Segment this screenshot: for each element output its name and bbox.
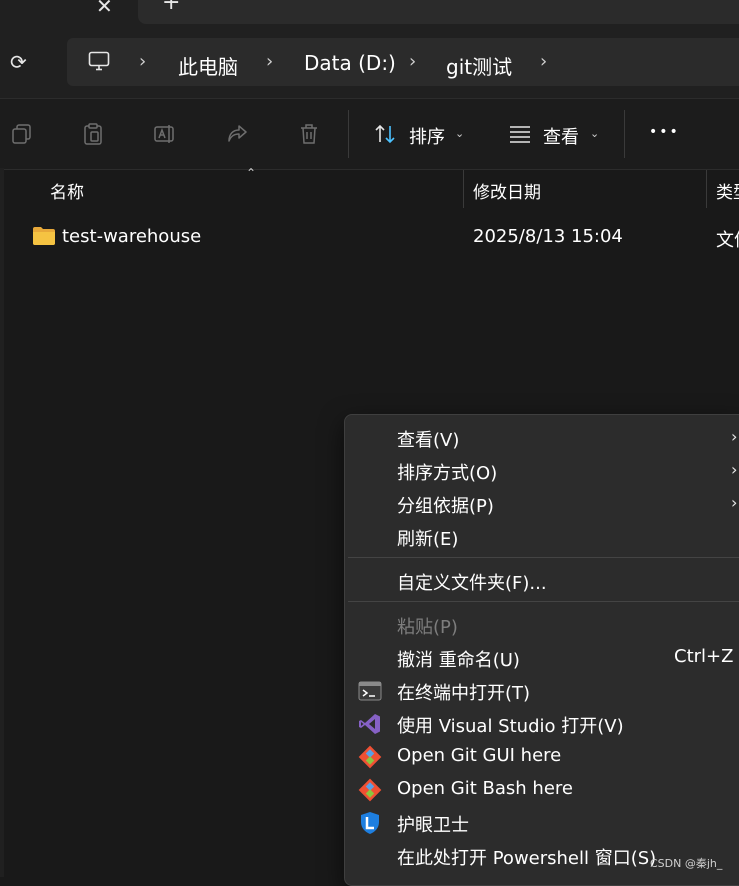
menu-item-open-visual-studio[interactable]: 使用 Visual Studio 打开(V): [397, 712, 624, 738]
view-button[interactable]: 查看: [543, 123, 579, 149]
view-caret-icon[interactable]: ⌄: [590, 127, 599, 140]
more-options-icon[interactable]: •••: [649, 124, 680, 140]
menu-item-view[interactable]: 查看(V): [397, 426, 459, 452]
file-modified-date: 2025/8/13 15:04: [473, 226, 623, 247]
menu-item-open-in-terminal[interactable]: 在终端中打开(T): [397, 679, 530, 705]
git-bash-icon: [358, 778, 382, 802]
copy-icon[interactable]: [10, 122, 34, 146]
this-pc-icon[interactable]: [87, 49, 111, 73]
breadcrumb-data-drive[interactable]: Data (D:): [304, 51, 396, 75]
visual-studio-icon: [359, 714, 380, 734]
breadcrumb-this-pc[interactable]: 此电脑: [178, 51, 238, 80]
menu-separator: [348, 601, 739, 602]
submenu-arrow-icon: ›: [731, 427, 738, 446]
menu-item-group-by[interactable]: 分组依据(P): [397, 492, 494, 518]
menu-item-undo-rename[interactable]: 撤消 重命名(U): [397, 646, 520, 672]
file-type: 文件夹: [716, 230, 739, 251]
breadcrumb-chevron-icon[interactable]: ›: [139, 51, 146, 72]
menu-item-open-git-gui[interactable]: Open Git GUI here: [397, 745, 561, 766]
share-icon[interactable]: [225, 122, 249, 146]
command-bar: [0, 98, 739, 170]
toolbar-separator: [348, 110, 349, 158]
menu-item-eye-guard[interactable]: 护眼卫士: [397, 811, 469, 837]
column-divider[interactable]: [706, 170, 707, 208]
new-tab-area[interactable]: +: [138, 0, 739, 24]
sort-caret-icon[interactable]: ⌄: [455, 127, 464, 140]
delete-icon[interactable]: [297, 122, 321, 146]
breadcrumb-chevron-icon[interactable]: ›: [409, 51, 416, 72]
menu-item-open-powershell[interactable]: 在此处打开 Powershell 窗口(S): [397, 844, 656, 870]
column-divider[interactable]: [463, 170, 464, 208]
eye-guard-shield-icon: [361, 812, 379, 834]
paste-icon[interactable]: [81, 122, 105, 146]
close-tab-icon[interactable]: ✕: [96, 0, 113, 18]
menu-item-customize-folder[interactable]: 自定义文件夹(F)...: [397, 569, 547, 595]
column-header-type[interactable]: 类型: [716, 178, 739, 203]
menu-item-open-git-bash[interactable]: Open Git Bash here: [397, 778, 573, 799]
menu-item-refresh[interactable]: 刷新(E): [397, 525, 458, 551]
sort-ascending-icon: ⌃: [246, 166, 257, 180]
breadcrumb-chevron-icon[interactable]: ›: [540, 51, 547, 72]
file-name[interactable]: test-warehouse: [62, 226, 201, 247]
undo-shortcut: Ctrl+Z: [674, 646, 734, 667]
new-tab-icon[interactable]: +: [162, 0, 180, 15]
left-pane-edge: [0, 168, 4, 877]
column-header-name[interactable]: 名称: [50, 178, 84, 203]
refresh-icon[interactable]: ⟳: [10, 50, 27, 74]
address-bar[interactable]: [67, 38, 739, 86]
menu-separator: [348, 557, 739, 558]
breadcrumb-chevron-icon[interactable]: ›: [266, 51, 273, 72]
menu-item-sort-by[interactable]: 排序方式(O): [397, 459, 497, 485]
menu-item-paste: 粘贴(P): [397, 617, 458, 638]
breadcrumb-git-test[interactable]: git测试: [446, 51, 512, 80]
sort-button[interactable]: 排序: [409, 123, 445, 149]
terminal-icon: [358, 681, 382, 701]
folder-icon[interactable]: [32, 226, 56, 246]
submenu-arrow-icon: ›: [731, 460, 738, 479]
submenu-arrow-icon: ›: [731, 493, 738, 512]
git-gui-icon: [358, 745, 382, 769]
watermark: CSDN @秦jh_: [650, 857, 723, 870]
toolbar-separator: [624, 110, 625, 158]
column-header-modified[interactable]: 修改日期: [473, 178, 541, 203]
rename-icon[interactable]: [153, 122, 177, 146]
view-icon[interactable]: [508, 122, 532, 146]
sort-icon[interactable]: [373, 122, 397, 146]
